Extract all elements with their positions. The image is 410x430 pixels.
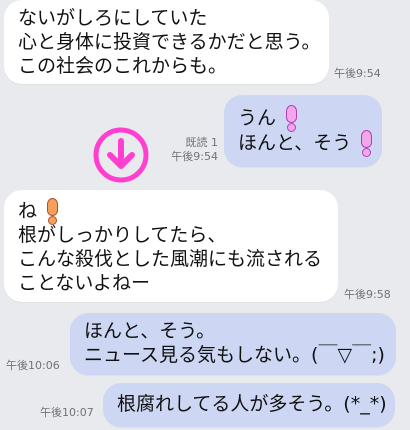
message-text: うん [238,107,277,129]
message-line: ほんと、そう。 [84,320,216,342]
message-line: 根がしっかりしてたら、 [18,224,227,246]
message-bubble-incoming-3[interactable]: ね 根がしっかりしてたら、 こんな殺伐とした風潮にも流される ことないよねー [4,190,338,302]
message-bubble-outgoing-5[interactable]: 根腐れしてる人が多そう。(*_*) [103,383,395,427]
message-meta-3: 午後9:58 [344,288,391,302]
message-meta-2: 既読 1 午後9:54 [166,136,218,164]
message-bubble-outgoing-4[interactable]: ほんと、そう。 ニュース見る気もしない。(￣▽￣;) [70,313,396,375]
timestamp: 午後9:54 [334,67,381,80]
message-line: この社会のこれからも。 [18,55,228,77]
exclamation-pink-icon [282,105,298,132]
message-line: ニュース見る気もしない。(￣▽￣;) [84,344,385,366]
down-arrow-circle-icon [93,127,149,183]
timestamp: 午後10:06 [6,359,60,372]
message-text: ほんと、そう [238,132,352,154]
message-line: ね [18,198,324,225]
message-line: うん [238,105,368,132]
message-meta-5: 午後10:07 [40,406,94,420]
message-line: ことないよねー [18,272,151,294]
message-meta-1: 午後9:54 [334,67,381,81]
message-meta-4: 午後10:06 [6,359,60,373]
message-line: 根腐れしてる人が多そう。(*_*) [117,393,387,415]
message-bubble-outgoing-2[interactable]: うん ほんと、そう [224,95,382,167]
chat-view[interactable]: ないがしろにしていた 心と身体に投資できるかだと思う。 この社会のこれからも。 … [0,0,410,430]
message-text: ね [18,200,38,222]
timestamp: 午後10:07 [40,406,94,419]
timestamp: 午後9:58 [344,288,391,301]
read-receipt: 既読 1 [185,136,219,149]
timestamp: 午後9:54 [171,150,218,163]
exclamation-pink-icon [357,130,373,157]
message-line: ないがしろにしていた [18,7,208,29]
message-bubble-incoming-1[interactable]: ないがしろにしていた 心と身体に投資できるかだと思う。 この社会のこれからも。 [4,0,329,84]
message-line: ほんと、そう [238,130,373,157]
exclamation-orange-icon [43,198,59,225]
message-line: 心と身体に投資できるかだと思う。 [18,31,321,53]
message-line: こんな殺伐とした風潮にも流される [18,248,323,270]
